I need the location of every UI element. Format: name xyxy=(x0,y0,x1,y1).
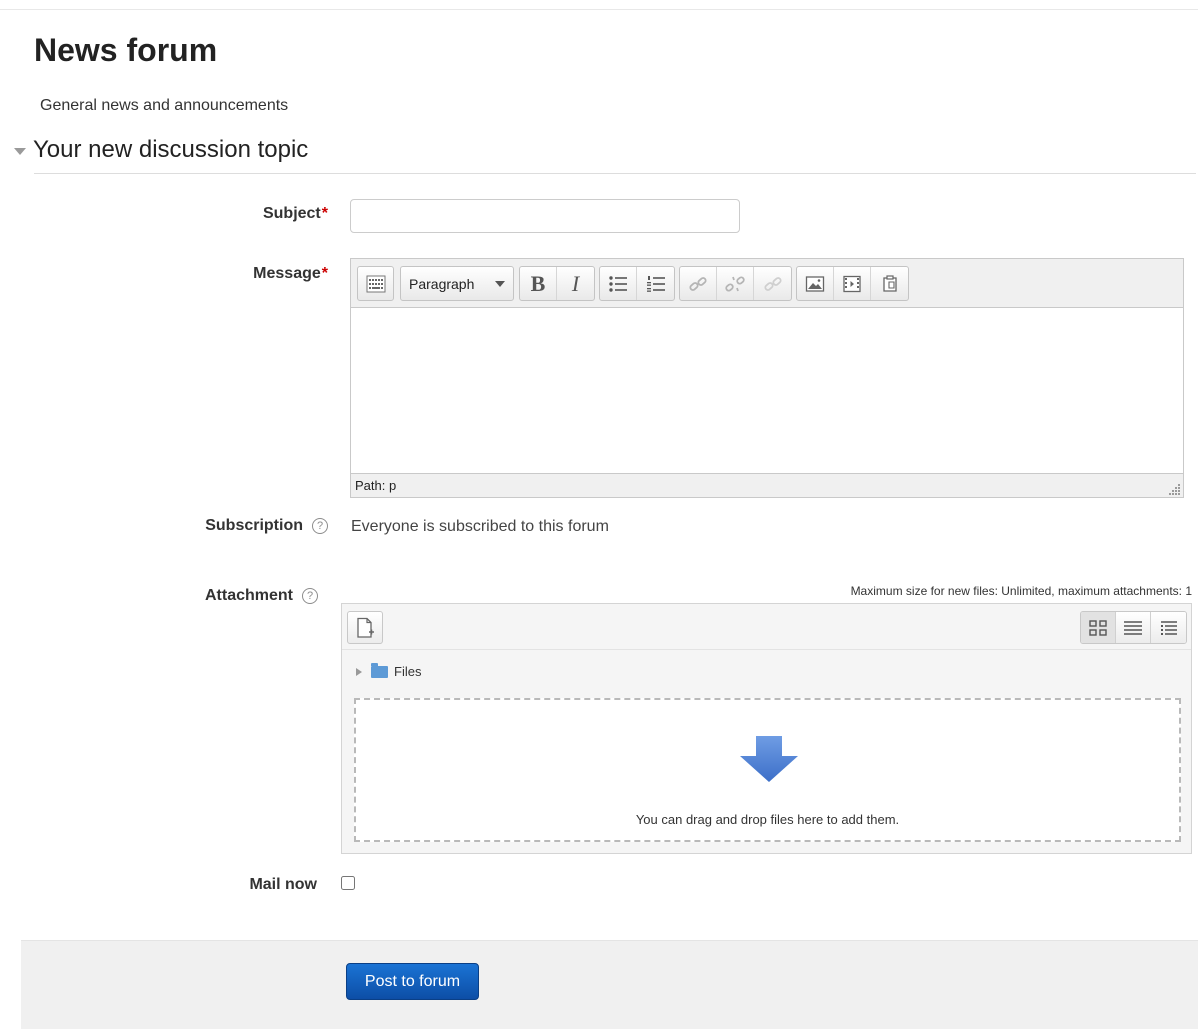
help-icon[interactable]: ? xyxy=(312,518,328,534)
icons-view-button[interactable] xyxy=(1081,612,1116,643)
folder-icon xyxy=(371,662,388,678)
file-manager: Files You can drag and drop files here t… xyxy=(341,603,1192,854)
page-title: News forum xyxy=(34,32,218,68)
expand-arrow-icon[interactable] xyxy=(356,667,362,676)
subject-input[interactable] xyxy=(350,199,740,233)
editor-status-bar: Path: p xyxy=(351,473,1183,497)
media-button[interactable] xyxy=(834,267,871,300)
unlink-button[interactable] xyxy=(717,267,754,300)
max-size-info: Maximum size for new files: Unlimited, m… xyxy=(850,584,1192,598)
bullet-list-icon xyxy=(609,275,627,292)
attachment-label: Attachment ? xyxy=(140,587,318,605)
list-group xyxy=(599,266,675,301)
icons-view-icon xyxy=(1089,619,1107,636)
post-to-forum-button[interactable]: Post to forum xyxy=(346,963,479,1000)
link-button[interactable] xyxy=(680,267,717,300)
subscription-text: Everyone is subscribed to this forum xyxy=(351,518,609,535)
required-marker: * xyxy=(321,265,328,282)
tree-view-button[interactable] xyxy=(1151,612,1186,643)
section-header[interactable]: Your new discussion topic xyxy=(14,136,308,164)
message-label-text: Message xyxy=(253,265,321,282)
bold-button[interactable]: B xyxy=(520,267,557,300)
bold-icon: B xyxy=(530,270,546,296)
subject-label: Subject * xyxy=(200,205,328,223)
section-divider xyxy=(34,173,1196,174)
message-textarea[interactable] xyxy=(351,308,1183,473)
editor-toolbar: Paragraph B I xyxy=(351,259,1183,308)
italic-button[interactable]: I xyxy=(557,267,594,300)
subscription-label: Subscription ? xyxy=(150,517,328,535)
editor-path: Path: p xyxy=(355,478,397,493)
toolbar-toggle-icon xyxy=(366,275,385,292)
format-select[interactable]: Paragraph xyxy=(400,266,514,301)
forum-description: General news and announcements xyxy=(40,97,289,114)
folder-label: Files xyxy=(394,664,422,679)
link-group xyxy=(679,266,792,301)
mail-now-label: Mail now xyxy=(249,876,317,893)
media-icon xyxy=(843,275,861,292)
toolbar-toggle-button[interactable] xyxy=(357,266,394,301)
subscription-label-text: Subscription xyxy=(205,517,303,534)
mail-now-checkbox[interactable] xyxy=(341,876,355,890)
file-path-breadcrumb[interactable]: Files xyxy=(356,662,422,679)
top-divider xyxy=(0,9,1198,10)
unlink-icon xyxy=(725,275,745,292)
drop-zone-text: You can drag and drop files here to add … xyxy=(635,812,900,827)
numbered-list-icon xyxy=(646,275,665,292)
image-button[interactable] xyxy=(797,267,834,300)
text-style-group: B I xyxy=(519,266,595,301)
file-manager-toolbar xyxy=(342,604,1191,650)
anchor-button[interactable] xyxy=(754,267,791,300)
file-drop-zone[interactable]: You can drag and drop files here to add … xyxy=(354,698,1181,842)
link-icon xyxy=(689,276,707,291)
media-group xyxy=(796,266,909,301)
message-editor: Paragraph B I Path: p xyxy=(350,258,1184,498)
anchor-icon xyxy=(763,276,782,291)
drop-arrow-icon xyxy=(740,736,798,782)
add-file-button[interactable] xyxy=(347,611,383,644)
bullet-list-button[interactable] xyxy=(600,267,637,300)
paste-button[interactable] xyxy=(871,267,908,300)
resize-grip-icon[interactable] xyxy=(1169,483,1181,495)
help-icon[interactable]: ? xyxy=(302,588,318,604)
attachment-label-text: Attachment xyxy=(204,587,293,604)
tree-view-icon xyxy=(1160,620,1177,635)
image-icon xyxy=(805,275,825,292)
format-select-value: Paragraph xyxy=(409,275,475,292)
add-file-icon xyxy=(357,617,374,638)
view-mode-switcher xyxy=(1080,611,1187,644)
chevron-down-icon xyxy=(495,280,505,287)
numbered-list-button[interactable] xyxy=(637,267,674,300)
form-footer xyxy=(21,940,1198,1029)
message-label: Message * xyxy=(200,265,328,283)
list-view-icon xyxy=(1124,620,1142,635)
collapse-caret-icon[interactable] xyxy=(14,147,26,155)
list-view-button[interactable] xyxy=(1116,612,1151,643)
italic-icon: I xyxy=(571,270,580,296)
section-title: Your new discussion topic xyxy=(33,136,309,163)
required-marker: * xyxy=(321,205,328,222)
paste-icon xyxy=(882,274,897,292)
subject-label-text: Subject xyxy=(262,205,321,222)
